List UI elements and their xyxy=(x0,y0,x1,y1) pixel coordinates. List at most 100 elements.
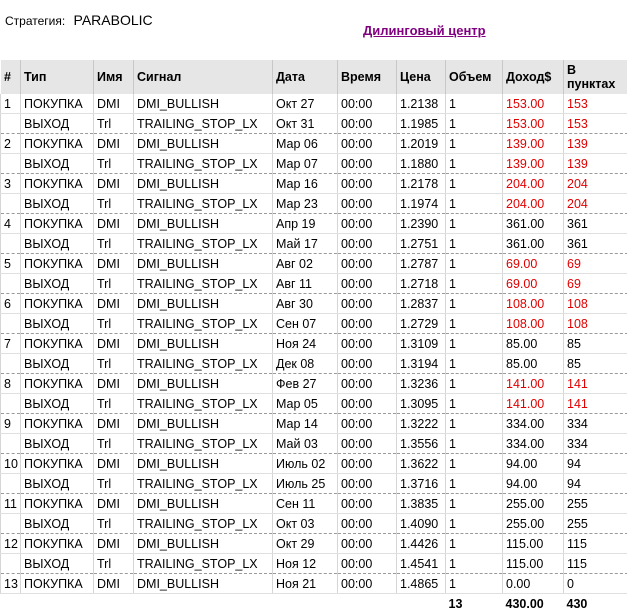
cell-time: 00:00 xyxy=(338,174,397,194)
total-income: 430.00 xyxy=(503,594,564,614)
cell-price: 1.3236 xyxy=(397,374,446,394)
cell-type: ПОКУПКА xyxy=(21,214,94,234)
cell-type: ПОКУПКА xyxy=(21,534,94,554)
cell-signal: TRAILING_STOP_LX xyxy=(134,554,273,574)
cell-price: 1.2751 xyxy=(397,234,446,254)
cell-time: 00:00 xyxy=(338,574,397,594)
strategy-label: Стратегия: xyxy=(5,14,65,28)
cell-income: 108.00 xyxy=(503,314,564,334)
totals-spacer xyxy=(397,594,446,614)
cell-time: 00:00 xyxy=(338,414,397,434)
cell-points: 115 xyxy=(564,534,627,554)
cell-date: Май 17 xyxy=(273,234,338,254)
cell-income: 334.00 xyxy=(503,414,564,434)
cell-type: ПОКУПКА xyxy=(21,94,94,114)
cell-price: 1.3835 xyxy=(397,494,446,514)
cell-date: Ноя 21 xyxy=(273,574,338,594)
cell-type: ВЫХОД xyxy=(21,314,94,334)
cell-volume: 1 xyxy=(446,394,503,414)
cell-num: 3 xyxy=(1,174,21,194)
cell-type: ВЫХОД xyxy=(21,274,94,294)
cell-type: ПОКУПКА xyxy=(21,134,94,154)
cell-signal: DMI_BULLISH xyxy=(134,454,273,474)
cell-type: ВЫХОД xyxy=(21,394,94,414)
cell-name: DMI xyxy=(94,294,134,314)
cell-income: 139.00 xyxy=(503,154,564,174)
cell-num xyxy=(1,114,21,134)
cell-volume: 1 xyxy=(446,494,503,514)
cell-name: Trl xyxy=(94,154,134,174)
trade-exit-row: ВЫХОДTrlTRAILING_STOP_LXМар 0700:001.188… xyxy=(1,154,627,174)
cell-volume: 1 xyxy=(446,454,503,474)
cell-income: 85.00 xyxy=(503,354,564,374)
trade-exit-row: ВЫХОДTrlTRAILING_STOP_LXОкт 3100:001.198… xyxy=(1,114,627,134)
cell-income: 361.00 xyxy=(503,234,564,254)
cell-signal: DMI_BULLISH xyxy=(134,254,273,274)
cell-volume: 1 xyxy=(446,174,503,194)
cell-name: DMI xyxy=(94,334,134,354)
cell-time: 00:00 xyxy=(338,254,397,274)
cell-points: 141 xyxy=(564,374,627,394)
totals-spacer xyxy=(1,594,21,614)
cell-price: 1.3109 xyxy=(397,334,446,354)
cell-num xyxy=(1,194,21,214)
cell-num xyxy=(1,554,21,574)
cell-signal: TRAILING_STOP_LX xyxy=(134,234,273,254)
cell-price: 1.2729 xyxy=(397,314,446,334)
trade-exit-row: ВЫХОДTrlTRAILING_STOP_LXДек 0800:001.319… xyxy=(1,354,627,374)
cell-num: 5 xyxy=(1,254,21,274)
cell-volume: 1 xyxy=(446,94,503,114)
cell-name: Trl xyxy=(94,354,134,374)
cell-num: 7 xyxy=(1,334,21,354)
cell-price: 1.1985 xyxy=(397,114,446,134)
cell-date: Мар 23 xyxy=(273,194,338,214)
cell-name: DMI xyxy=(94,134,134,154)
cell-volume: 1 xyxy=(446,334,503,354)
cell-type: ВЫХОД xyxy=(21,434,94,454)
cell-income: 153.00 xyxy=(503,94,564,114)
cell-points: 153 xyxy=(564,94,627,114)
cell-num xyxy=(1,354,21,374)
cell-type: ПОКУПКА xyxy=(21,574,94,594)
cell-type: ВЫХОД xyxy=(21,234,94,254)
cell-name: Trl xyxy=(94,194,134,214)
cell-name: DMI xyxy=(94,174,134,194)
cell-time: 00:00 xyxy=(338,434,397,454)
cell-income: 85.00 xyxy=(503,334,564,354)
cell-type: ПОКУПКА xyxy=(21,334,94,354)
cell-signal: TRAILING_STOP_LX xyxy=(134,514,273,534)
cell-date: Мар 16 xyxy=(273,174,338,194)
cell-num: 11 xyxy=(1,494,21,514)
cell-signal: DMI_BULLISH xyxy=(134,294,273,314)
cell-income: 0.00 xyxy=(503,574,564,594)
cell-num: 6 xyxy=(1,294,21,314)
cell-volume: 1 xyxy=(446,514,503,534)
cell-time: 00:00 xyxy=(338,314,397,334)
cell-price: 1.2019 xyxy=(397,134,446,154)
cell-points: 139 xyxy=(564,134,627,154)
cell-name: Trl xyxy=(94,234,134,254)
cell-date: Мар 05 xyxy=(273,394,338,414)
trade-exit-row: ВЫХОДTrlTRAILING_STOP_LXАвг 1100:001.271… xyxy=(1,274,627,294)
cell-signal: TRAILING_STOP_LX xyxy=(134,314,273,334)
cell-type: ПОКУПКА xyxy=(21,174,94,194)
cell-signal: DMI_BULLISH xyxy=(134,94,273,114)
totals-spacer xyxy=(94,594,134,614)
cell-price: 1.4090 xyxy=(397,514,446,534)
cell-income: 139.00 xyxy=(503,134,564,154)
trade-entry-row: 9ПОКУПКАDMIDMI_BULLISHМар 1400:001.32221… xyxy=(1,414,627,434)
trade-exit-row: ВЫХОДTrlTRAILING_STOP_LXНоя 1200:001.454… xyxy=(1,554,627,574)
dealing-center-link[interactable]: Дилинговый центр xyxy=(363,23,486,38)
table-header-row: # Тип Имя Сигнал Дата Время Цена Объем Д… xyxy=(1,60,627,94)
trade-entry-row: 6ПОКУПКАDMIDMI_BULLISHАвг 3000:001.28371… xyxy=(1,294,627,314)
cell-price: 1.1880 xyxy=(397,154,446,174)
cell-income: 361.00 xyxy=(503,214,564,234)
cell-time: 00:00 xyxy=(338,454,397,474)
trade-exit-row: ВЫХОДTrlTRAILING_STOP_LXМар 0500:001.309… xyxy=(1,394,627,414)
cell-price: 1.3222 xyxy=(397,414,446,434)
cell-num xyxy=(1,474,21,494)
cell-num: 8 xyxy=(1,374,21,394)
cell-income: 204.00 xyxy=(503,194,564,214)
cell-price: 1.2390 xyxy=(397,214,446,234)
cell-points: 334 xyxy=(564,414,627,434)
